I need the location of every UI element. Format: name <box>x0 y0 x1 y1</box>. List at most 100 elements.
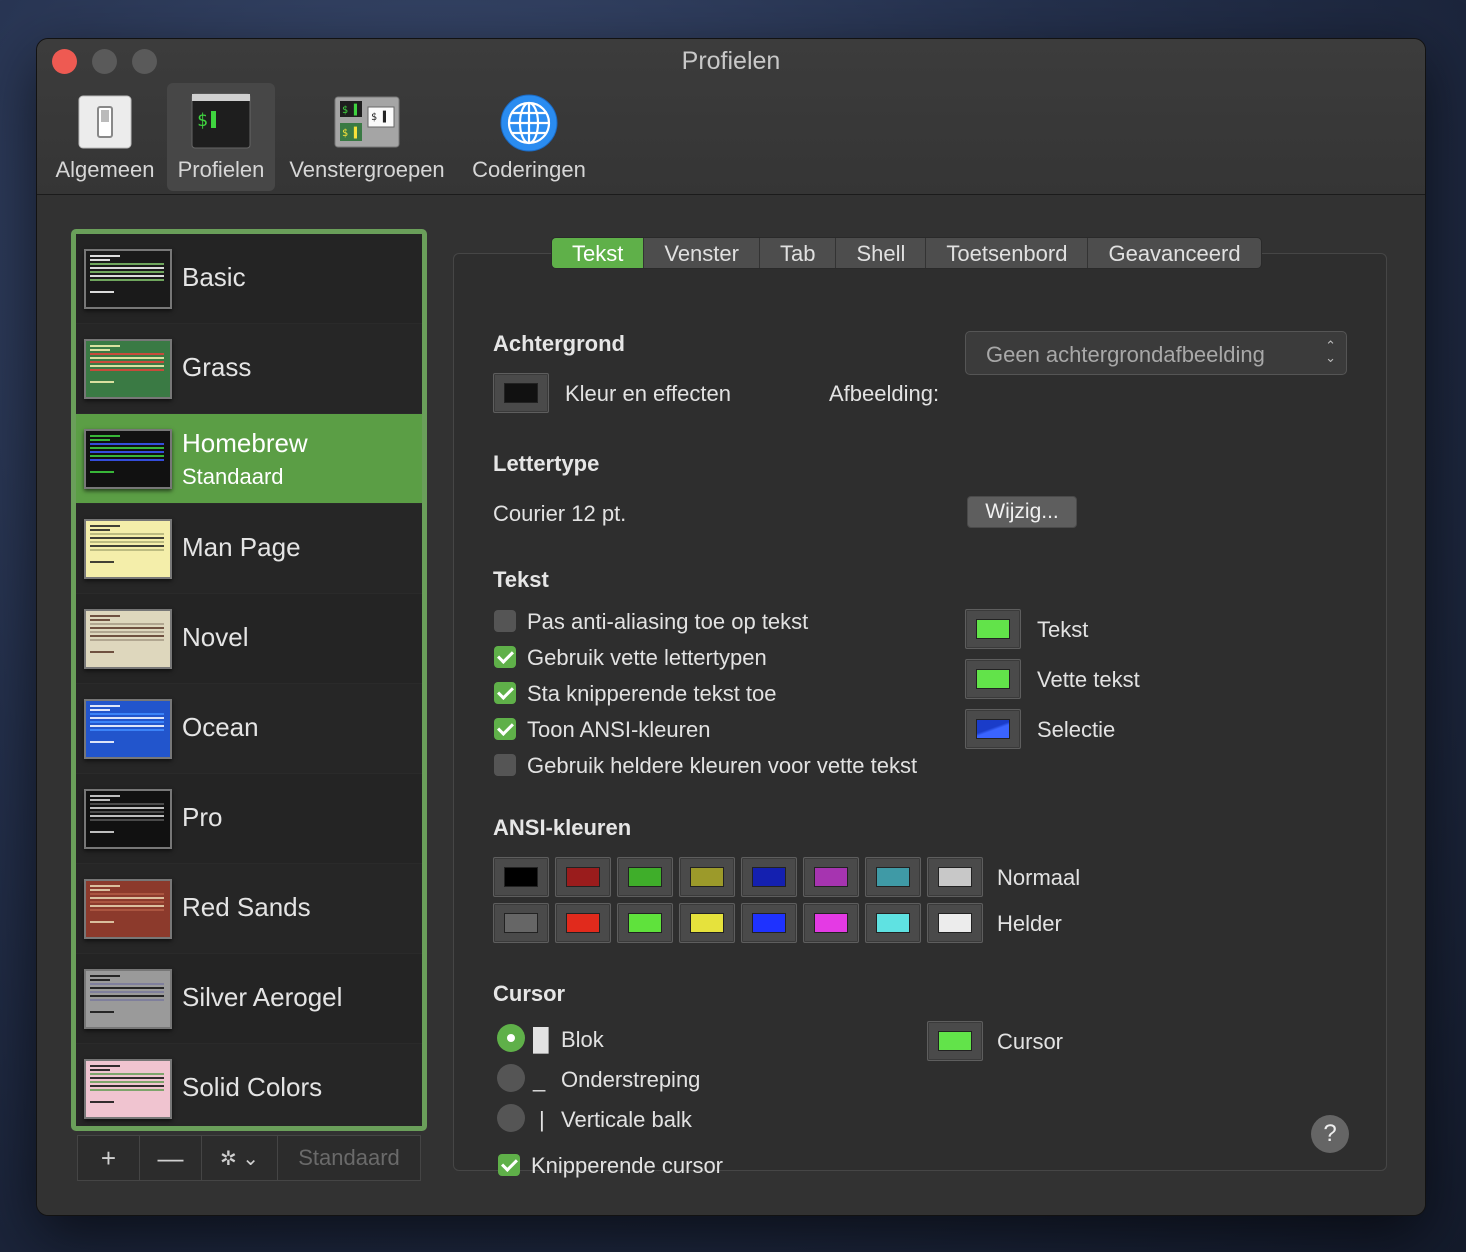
ansi-bright-color-well[interactable] <box>865 903 921 943</box>
terminal-icon: $ <box>191 93 251 154</box>
profile-preview-thumbnail <box>84 339 172 399</box>
toolbar-label: Profielen <box>177 157 265 182</box>
tab-toetsenbord[interactable]: Toetsenbord <box>926 238 1089 268</box>
tab-venster[interactable]: Venster <box>644 238 760 268</box>
cursor-underline-radio[interactable] <box>497 1064 525 1092</box>
profile-default-label: Standaard <box>182 464 284 489</box>
ansi-normal-color-swatch <box>628 867 662 887</box>
profile-item[interactable]: Man Page <box>76 504 422 594</box>
tab-shell[interactable]: Shell <box>836 238 927 268</box>
anti-aliasing-label: Pas anti-aliasing toe op tekst <box>527 609 809 634</box>
toolbar-item-profielen[interactable]: $ Profielen <box>167 83 275 191</box>
profile-preview-thumbnail <box>84 519 172 579</box>
cursor-underline-glyph: _ <box>533 1067 546 1092</box>
background-image-select[interactable]: Geen achtergrondafbeelding ⌃ ⌄ <box>965 331 1347 375</box>
profile-item[interactable]: Pro <box>76 774 422 864</box>
bright-bold-checkbox[interactable] <box>494 754 516 776</box>
profile-item[interactable]: Homebrew Standaard <box>76 414 422 504</box>
ansi-bright-label: Helder <box>997 911 1062 936</box>
profile-preview-thumbnail <box>84 249 172 309</box>
tab-tab[interactable]: Tab <box>760 238 837 268</box>
text-color-label: Tekst <box>1037 617 1089 642</box>
profile-name: Grass <box>182 352 252 382</box>
ansi-normal-color-swatch <box>814 867 848 887</box>
toolbar-item-algemeen[interactable]: Algemeen <box>47 83 163 191</box>
text-color-well[interactable] <box>965 609 1021 649</box>
background-color-well[interactable] <box>493 373 549 413</box>
bright-bold-label: Gebruik heldere kleuren voor vette tekst <box>527 753 918 778</box>
ansi-normal-color-swatch <box>566 867 600 887</box>
profile-item[interactable]: Red Sands <box>76 864 422 954</box>
background-color-label: Kleur en effecten <box>565 381 731 406</box>
ansi-bright-color-swatch <box>504 913 538 933</box>
toolbar-item-coderingen[interactable]: Coderingen <box>461 83 597 191</box>
ansi-bright-color-well[interactable] <box>927 903 983 943</box>
profile-item[interactable]: Novel <box>76 594 422 684</box>
profile-list[interactable]: Basic Grass Homebrew Standaard Man Page Novel… <box>71 229 427 1131</box>
svg-text:$ ▌: $ ▌ <box>342 126 360 139</box>
cursor-color-swatch <box>938 1031 972 1051</box>
ansi-normal-color-well[interactable] <box>617 857 673 897</box>
cursor-color-well[interactable] <box>927 1021 983 1061</box>
cursor-underline-label: Onderstreping <box>561 1067 701 1092</box>
ansi-normal-color-well[interactable] <box>679 857 735 897</box>
gear-menu-button[interactable]: ✲ ⌄ <box>202 1136 278 1180</box>
ansi-bright-color-well[interactable] <box>679 903 735 943</box>
toolbar-item-venstergroepen[interactable]: $ ▌ $ ▌ $ ▌ Venstergroepen <box>281 83 453 191</box>
add-profile-button[interactable]: + <box>78 1136 140 1180</box>
font-heading: Lettertype <box>493 451 600 476</box>
ansi-bright-color-swatch <box>628 913 662 933</box>
ansi-bright-color-well[interactable] <box>803 903 859 943</box>
ansi-bright-color-well[interactable] <box>555 903 611 943</box>
blink-text-checkbox[interactable] <box>494 682 516 704</box>
bold-fonts-checkbox[interactable] <box>494 646 516 668</box>
profile-preview-thumbnail <box>84 789 172 849</box>
ansi-bright-color-well[interactable] <box>741 903 797 943</box>
profile-name: Pro <box>182 802 223 832</box>
cursor-color-label: Cursor <box>997 1029 1064 1054</box>
ansi-colors-label: Toon ANSI-kleuren <box>527 717 711 742</box>
remove-profile-button[interactable]: — <box>140 1136 202 1180</box>
profile-item[interactable]: Solid Colors <box>76 1044 422 1126</box>
ansi-normal-color-swatch <box>690 867 724 887</box>
selection-color-well[interactable] <box>965 709 1021 749</box>
ansi-colors-checkbox[interactable] <box>494 718 516 740</box>
ansi-normal-color-well[interactable] <box>865 857 921 897</box>
profile-item[interactable]: Basic <box>76 234 422 324</box>
profile-preview-thumbnail <box>84 969 172 1029</box>
profile-name: Solid Colors <box>182 1072 323 1102</box>
tab-geavanceerd[interactable]: Geavanceerd <box>1088 238 1260 268</box>
ansi-bright-color-well[interactable] <box>617 903 673 943</box>
ansi-bright-color-swatch <box>814 913 848 933</box>
ansi-normal-color-well[interactable] <box>555 857 611 897</box>
bold-text-color-label: Vette tekst <box>1037 667 1140 692</box>
cursor-bar-label: Verticale balk <box>561 1107 692 1132</box>
profile-item[interactable]: Ocean <box>76 684 422 774</box>
ansi-normal-color-well[interactable] <box>803 857 859 897</box>
bold-text-color-well[interactable] <box>965 659 1021 699</box>
blink-cursor-checkbox[interactable] <box>498 1154 520 1176</box>
globe-icon <box>499 93 559 158</box>
set-default-button[interactable]: Standaard <box>278 1136 420 1180</box>
ansi-normal-color-well[interactable] <box>927 857 983 897</box>
anti-aliasing-checkbox[interactable] <box>494 610 516 632</box>
change-font-button[interactable]: Wijzig... <box>967 496 1077 528</box>
ansi-bright-color-well[interactable] <box>493 903 549 943</box>
blink-text-label: Sta knipperende tekst toe <box>527 681 777 706</box>
switch-icon <box>76 93 134 156</box>
ansi-normal-color-well[interactable] <box>741 857 797 897</box>
cursor-bar-glyph: | <box>539 1107 545 1132</box>
svg-text:$ ▌: $ ▌ <box>371 110 389 123</box>
cursor-block-radio[interactable] <box>497 1024 525 1052</box>
help-button[interactable]: ? <box>1311 1115 1349 1153</box>
profile-item[interactable]: Silver Aerogel <box>76 954 422 1044</box>
profile-preview-thumbnail <box>84 1059 172 1119</box>
tab-tekst[interactable]: Tekst <box>552 238 645 268</box>
profile-item[interactable]: Grass <box>76 324 422 414</box>
profile-name: Man Page <box>182 532 301 562</box>
ansi-normal-color-well[interactable] <box>493 857 549 897</box>
cursor-bar-radio[interactable] <box>497 1104 525 1132</box>
titlebar: Profielen Algemeen $ Profielen $ ▌ $ ▌ $… <box>37 39 1425 195</box>
background-color-swatch <box>504 383 538 403</box>
ansi-normal-color-swatch <box>752 867 786 887</box>
